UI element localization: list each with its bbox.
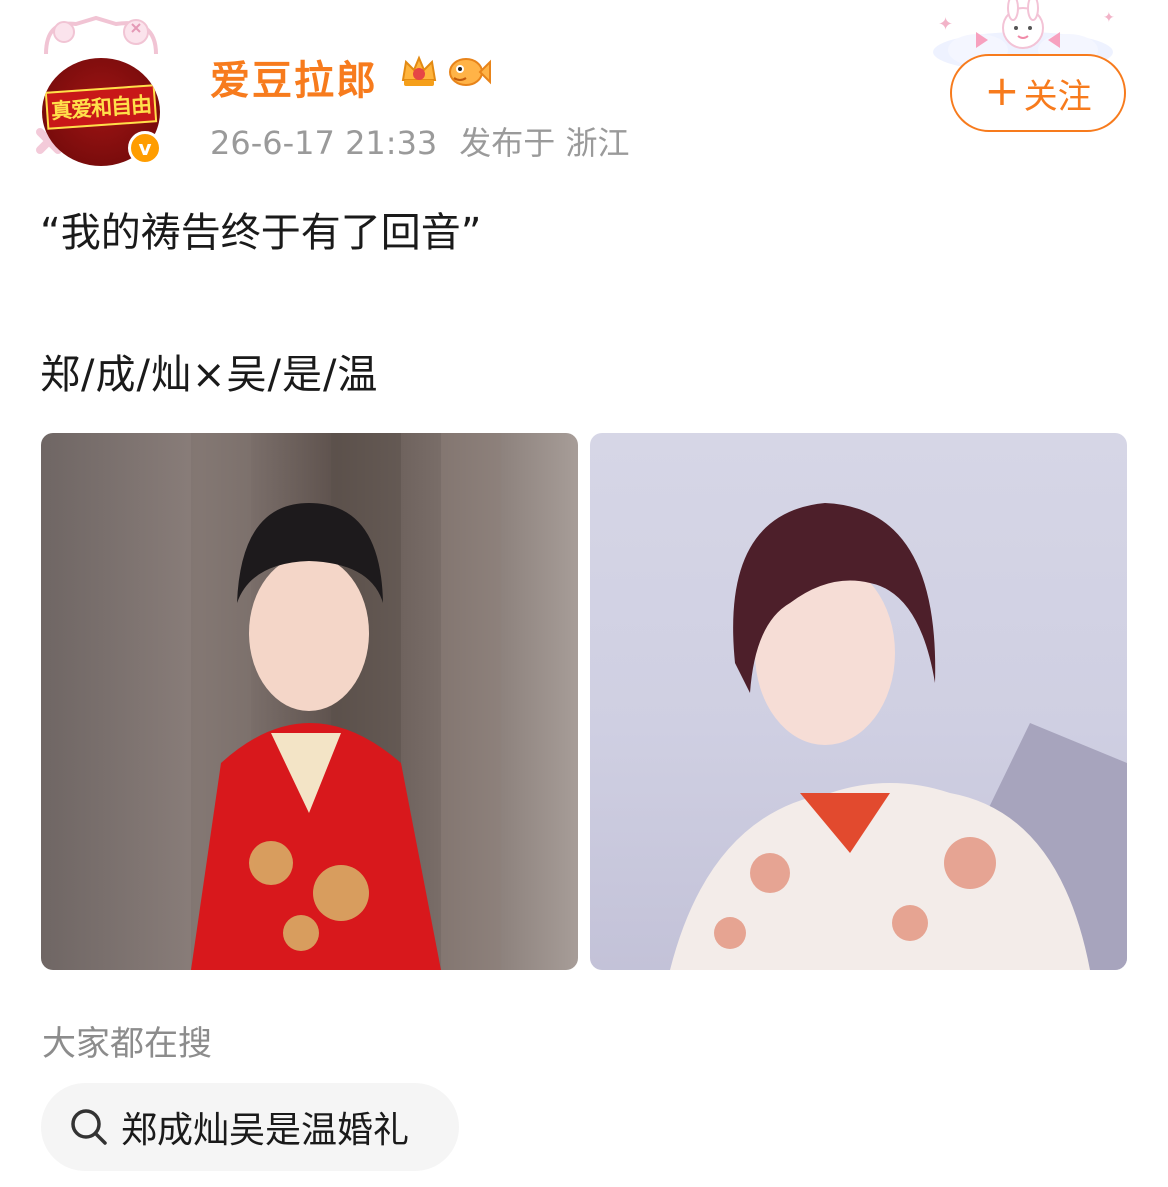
verified-icon: v <box>128 131 162 165</box>
svg-text:✦: ✦ <box>1103 10 1115 26</box>
post-timestamp: 26-6-17 21:33 <box>210 124 438 162</box>
post-text-line2: 郑/成/灿×吴/是/温 <box>40 352 379 398</box>
post-location: 发布于 浙江 <box>459 124 630 162</box>
trending-search-text: 郑成灿吴是温婚礼 <box>121 1110 410 1151</box>
crown-badge-icon[interactable] <box>398 50 440 92</box>
photo-right-illustration <box>670 503 1127 970</box>
search-icon <box>71 1109 107 1145</box>
photo-left[interactable] <box>41 433 578 970</box>
avatar-sign-text: 真爱和自由 <box>44 84 158 130</box>
post-meta: 26-6-17 21:33 发布于 浙江 <box>210 118 629 164</box>
trending-search-label: 大家都在搜 <box>42 1024 212 1064</box>
follow-button[interactable]: + 关注 <box>950 54 1126 132</box>
plus-icon: + <box>984 66 1020 115</box>
fish-badge-icon[interactable] <box>446 52 492 92</box>
photo-left-illustration <box>191 433 501 970</box>
post-text-line1: “我的祷告终于有了回音” <box>40 210 482 256</box>
photo-right[interactable] <box>590 433 1127 970</box>
svg-text:✦: ✦ <box>938 14 953 35</box>
trending-search-chip[interactable]: 郑成灿吴是温婚礼 <box>41 1083 459 1171</box>
username[interactable]: 爱豆拉郎 <box>210 48 378 106</box>
follow-label: 关注 <box>1023 76 1092 117</box>
